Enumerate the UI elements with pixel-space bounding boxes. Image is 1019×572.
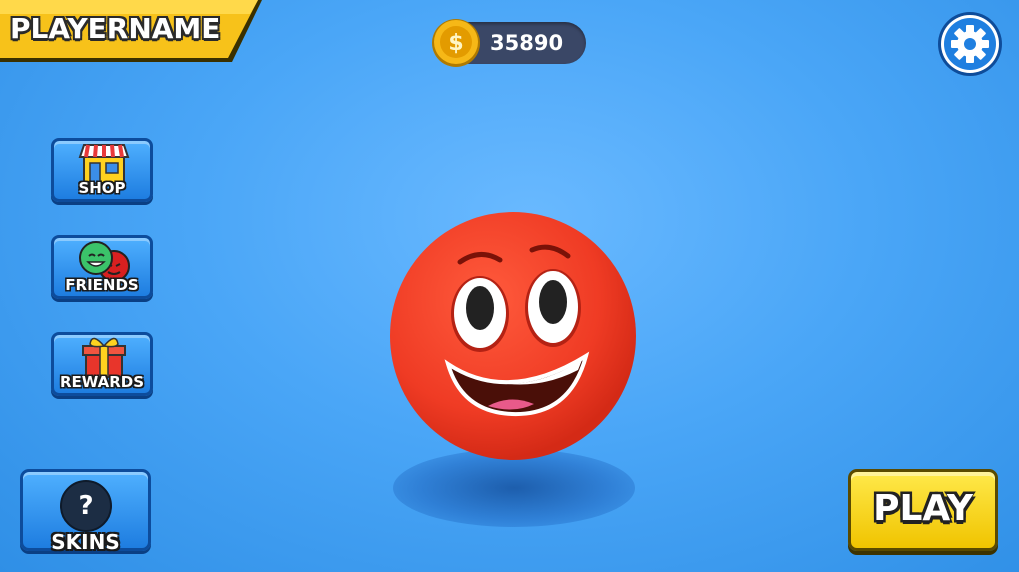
friends-label: FRIENDS	[65, 276, 139, 294]
play-button[interactable]: PLAY	[848, 469, 998, 551]
skins-button[interactable]: ? SKINS	[20, 469, 151, 554]
play-label: PLAY	[873, 488, 973, 529]
skins-label: SKINS	[51, 530, 120, 554]
settings-button[interactable]	[937, 11, 1003, 77]
player-name-banner: PLAYERNAME	[0, 0, 262, 66]
coin-amount: 35890	[490, 31, 564, 55]
rewards-label: REWARDS	[59, 373, 145, 391]
gold-coin-icon: $	[431, 18, 481, 68]
shop-button[interactable]: SHOP	[51, 138, 153, 202]
rewards-button[interactable]: REWARDS	[51, 332, 153, 396]
question-mark-icon: ?	[60, 480, 112, 532]
coin-symbol: $	[448, 31, 463, 56]
shop-label: SHOP	[78, 179, 126, 197]
player-name: PLAYERNAME	[10, 12, 221, 45]
red-ball-character	[390, 212, 636, 460]
friends-button[interactable]: FRIENDS	[51, 235, 153, 299]
gear-icon	[938, 12, 1002, 76]
